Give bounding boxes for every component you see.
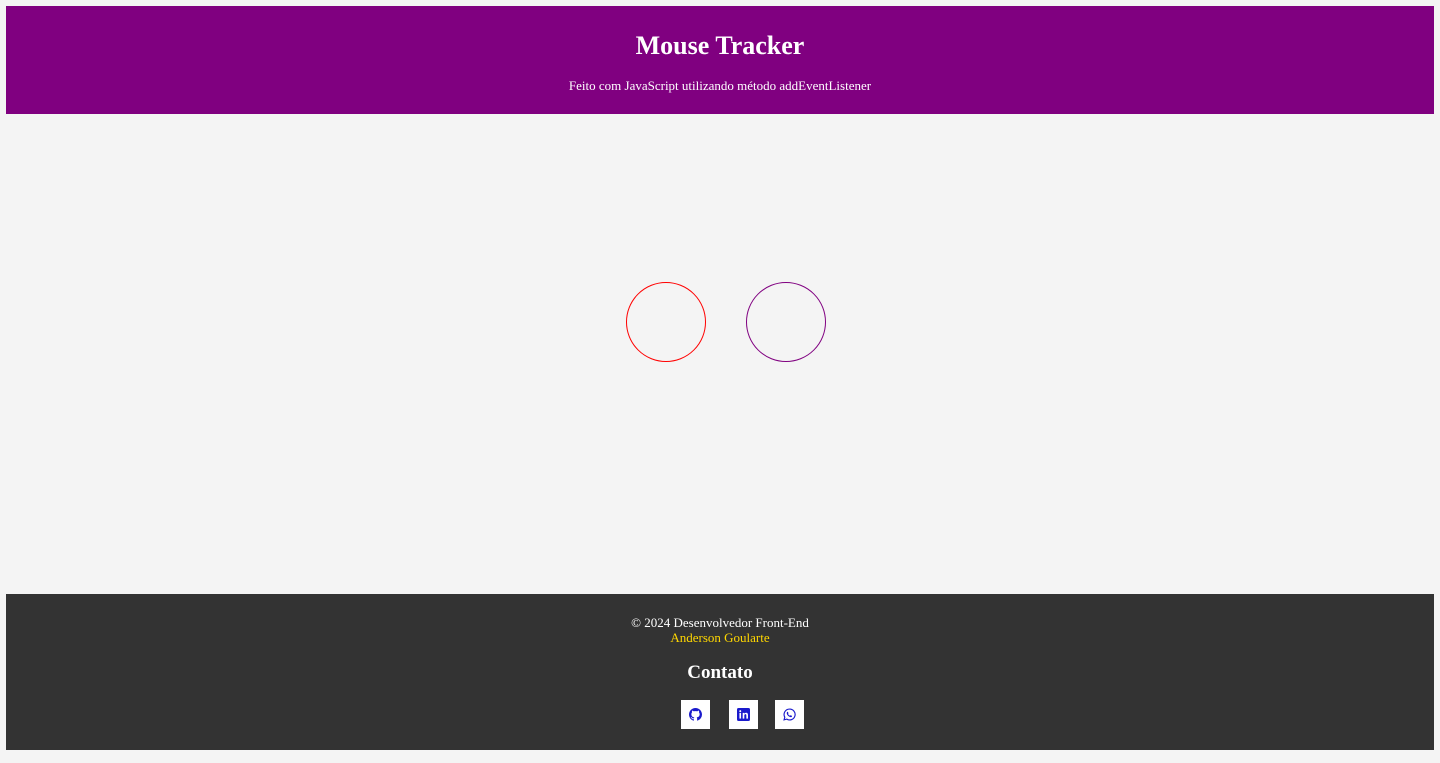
page: Mouse Tracker Feito com JavaScript utili… — [0, 0, 1440, 763]
page-title: Mouse Tracker — [635, 31, 805, 60]
linkedin-link[interactable] — [729, 700, 758, 729]
github-link[interactable] — [681, 700, 710, 729]
github-icon — [689, 708, 702, 721]
copyright-text: © 2024 Desenvolvedor Front-End — [631, 615, 809, 630]
right-eye-circle — [746, 282, 826, 362]
page-subtitle: Feito com JavaScript utilizando método a… — [568, 78, 872, 93]
left-eye-circle — [626, 282, 706, 362]
author-link[interactable]: Anderson Goularte — [6, 630, 1434, 646]
page-footer: © 2024 Desenvolvedor Front-End Anderson … — [6, 594, 1434, 750]
social-links — [675, 700, 804, 729]
contact-heading: Contato — [687, 662, 753, 683]
linkedin-icon — [737, 708, 750, 721]
whatsapp-link[interactable] — [775, 700, 804, 729]
page-header: Mouse Tracker Feito com JavaScript utili… — [6, 6, 1434, 114]
whatsapp-icon — [783, 708, 796, 721]
